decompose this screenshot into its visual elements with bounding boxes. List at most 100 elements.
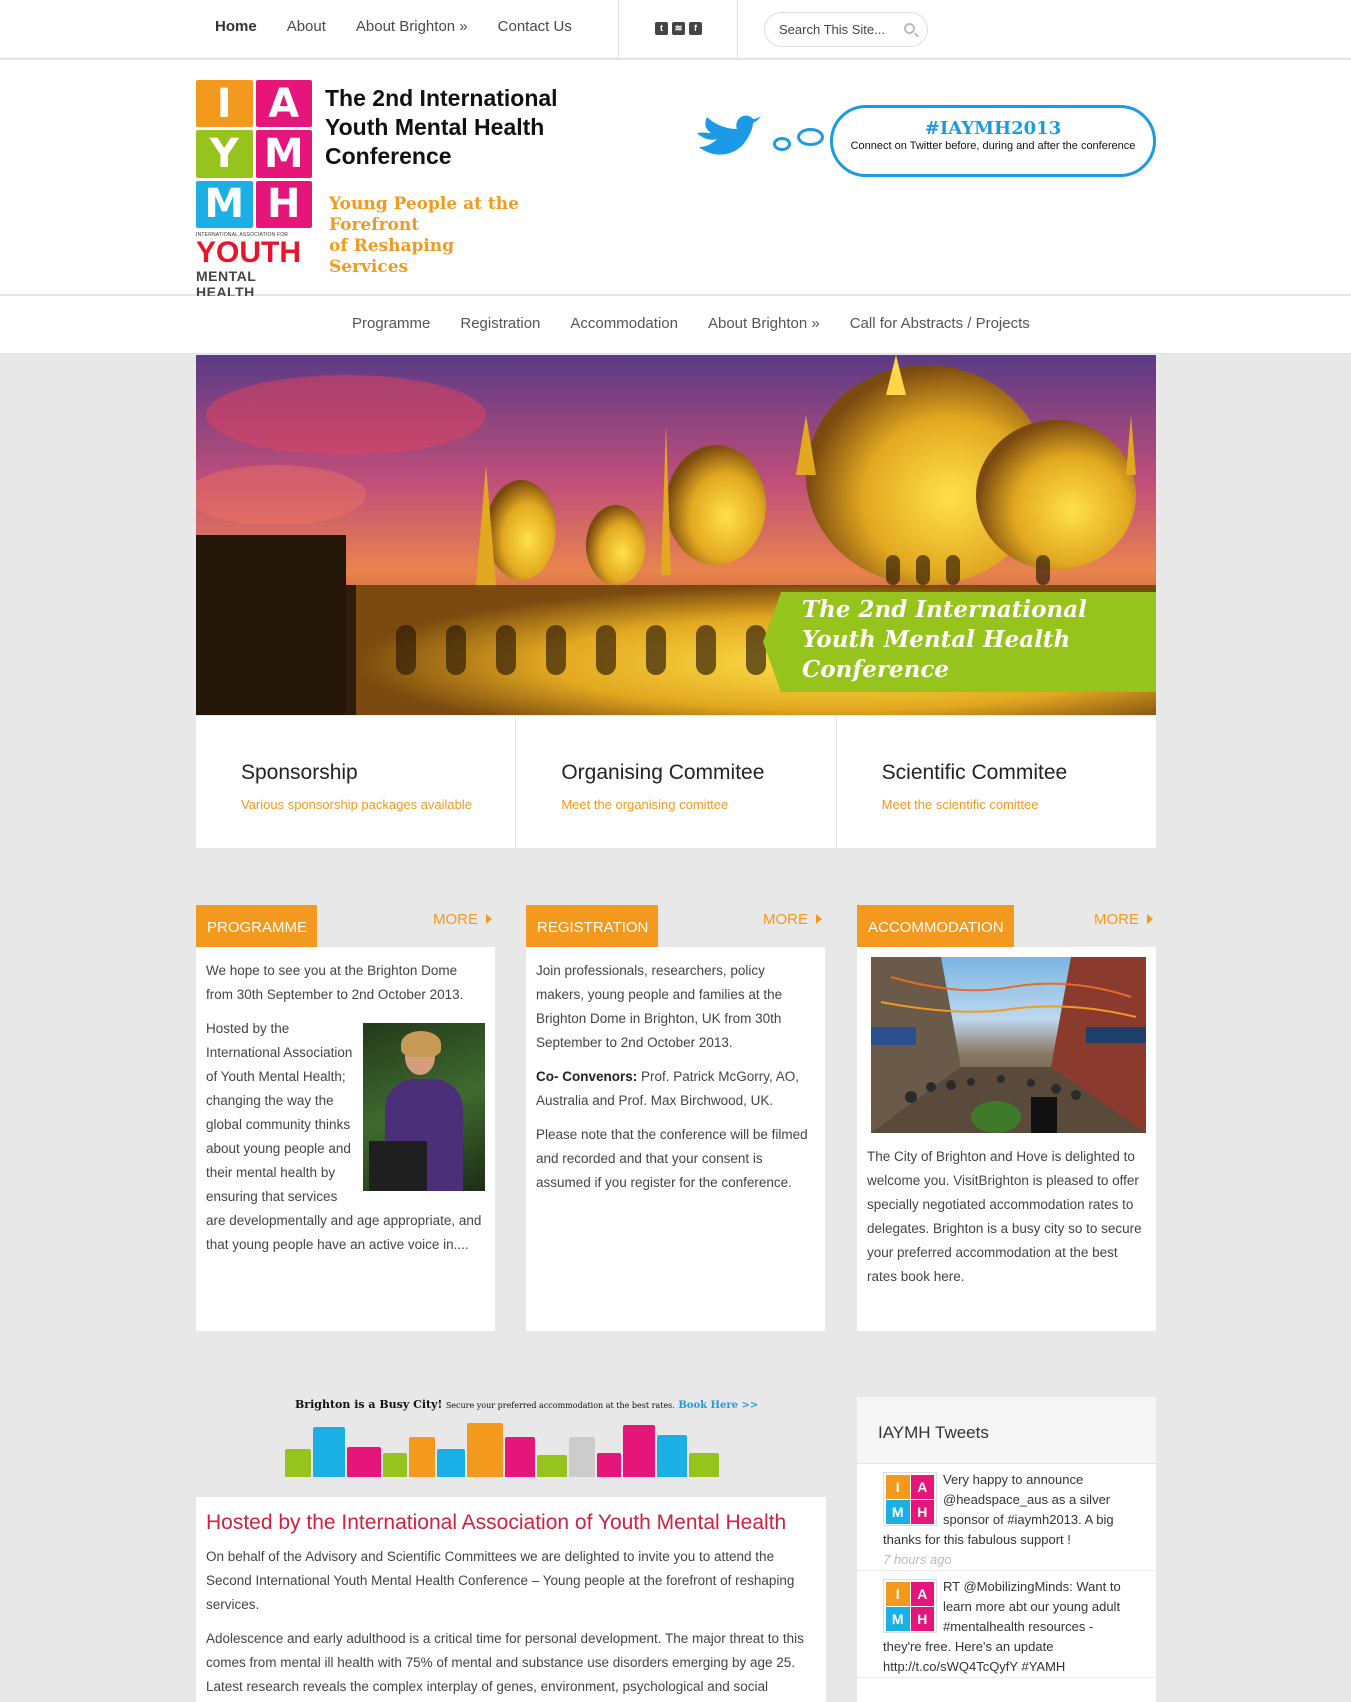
avatar-letter: A <box>910 1475 934 1499</box>
twitter-bird-icon[interactable] <box>693 115 763 165</box>
tweet-time: 7 hours ago <box>883 1552 952 1567</box>
tagline-line: Services <box>329 257 409 277</box>
avatar-letter: I <box>886 1582 910 1606</box>
hosted-section: Hosted by the International Association … <box>196 1497 826 1702</box>
registration-tab[interactable]: REGISTRATION <box>526 905 659 947</box>
main-nav-programme[interactable]: Programme <box>352 315 430 332</box>
hosted-paragraph: On behalf of the Advisory and Scientific… <box>206 1549 795 1612</box>
hero-slider[interactable]: The 2nd International Youth Mental Healt… <box>196 355 1156 715</box>
logo-letter: I <box>196 80 253 128</box>
feature-title[interactable]: Sponsorship <box>241 761 515 785</box>
logo-letter: Y <box>196 130 253 178</box>
convenors-label: Co- Convenors: <box>536 1069 638 1084</box>
tweet-avatar[interactable]: I A M H <box>883 1579 937 1633</box>
avatar-letter: H <box>910 1500 934 1524</box>
feature-boxes: Sponsorship Various sponsorship packages… <box>196 716 1156 848</box>
speaker-photo <box>363 1023 485 1191</box>
speaker-hair <box>401 1031 441 1057</box>
banner-book-link[interactable]: Book Here >> <box>678 1400 758 1411</box>
rss-icon[interactable]: ≋ <box>672 22 685 35</box>
tagline-line: Forefront <box>329 215 420 235</box>
top-nav: Home About About Brighton » Contact Us <box>215 18 602 35</box>
logo-youth-text: YOUTH <box>196 236 301 269</box>
tweets-widget: IAYMH Tweets I A M H Very happy to annou… <box>857 1397 1156 1702</box>
avatar-letter: M <box>886 1607 910 1631</box>
house-shape <box>537 1455 567 1477</box>
logo-letter: M <box>255 130 312 178</box>
programme-body: We hope to see you at the Brighton Dome … <box>196 947 495 1331</box>
feature-link[interactable]: Meet the organising comittee <box>561 797 835 812</box>
site-logo[interactable]: I A Y M M H INTERNATIONAL ASSOCIATION FO… <box>196 80 312 300</box>
tweet-item: I A M H Very happy to announce @headspac… <box>857 1464 1156 1571</box>
banner-text: Brighton is a Busy City! Secure your pre… <box>295 1398 758 1411</box>
house-shape <box>285 1449 311 1477</box>
street-scene <box>871 957 1146 1133</box>
house-shape <box>409 1437 435 1477</box>
main-nav-registration[interactable]: Registration <box>460 315 540 332</box>
divider <box>618 0 619 59</box>
accommodation-description: The City of Brighton and Hove is delight… <box>867 1149 1142 1284</box>
accommodation-tab[interactable]: ACCOMMODATION <box>857 905 1014 947</box>
hosted-title: Hosted by the International Association … <box>206 1511 787 1534</box>
house-shape <box>569 1437 595 1477</box>
registration-more-link[interactable]: MORE <box>763 911 822 928</box>
tweets-title: IAYMH Tweets <box>857 1397 1156 1464</box>
accommodation-body: The City of Brighton and Hove is delight… <box>857 947 1156 1331</box>
brighton-street-photo <box>871 957 1146 1133</box>
house-shape <box>313 1427 345 1477</box>
twitter-hashtag: #IAYMH2013 <box>924 118 1062 139</box>
twitter-cloud[interactable]: #IAYMH2013 Connect on Twitter before, du… <box>830 105 1156 177</box>
tagline-line: of Reshaping <box>329 236 455 256</box>
logo-letter: H <box>255 180 312 228</box>
registration-notice: Please note that the conference will be … <box>536 1127 808 1190</box>
main-nav-about-brighton[interactable]: About Brighton » <box>708 315 820 332</box>
feature-title[interactable]: Organising Commitee <box>561 761 835 785</box>
top-nav-contact-us[interactable]: Contact Us <box>498 18 572 35</box>
hero-caption-line: Youth Mental Health <box>802 626 1071 653</box>
main-nav-call-for-abstracts[interactable]: Call for Abstracts / Projects <box>850 315 1030 332</box>
registration-body: Join professionals, researchers, policy … <box>526 947 825 1331</box>
house-shape <box>437 1449 465 1477</box>
tweet-avatar[interactable]: I A M H <box>883 1472 937 1526</box>
thought-bubble-small <box>773 137 791 151</box>
hosted-paragraph: Adolescence and early adulthood is a cri… <box>206 1631 804 1694</box>
social-icons: t ≋ f <box>655 22 702 35</box>
registration-intro: Join professionals, researchers, policy … <box>536 963 783 1050</box>
programme-more-link[interactable]: MORE <box>433 911 492 928</box>
main-nav-accommodation[interactable]: Accommodation <box>570 315 678 332</box>
house-shape <box>623 1425 655 1477</box>
feature-link[interactable]: Various sponsorship packages available <box>241 797 515 812</box>
avatar-letter: H <box>910 1607 934 1631</box>
feature-organising-committee: Organising Commitee Meet the organising … <box>516 716 837 848</box>
site-title: The 2nd International Youth Mental Healt… <box>325 85 558 169</box>
top-nav-about[interactable]: About <box>287 18 326 35</box>
tagline-line: Young People at the <box>329 194 519 214</box>
search-input[interactable] <box>779 22 889 37</box>
accommodation-more-link[interactable]: MORE <box>1094 911 1153 928</box>
feature-title[interactable]: Scientific Commitee <box>882 761 1156 785</box>
logo-letter-grid: I A Y M M H <box>196 80 312 228</box>
house-shape <box>383 1453 407 1477</box>
twitter-callout: Connect on Twitter before, during and af… <box>850 140 1136 152</box>
avatar-letter: M <box>886 1500 910 1524</box>
hero-caption-line: The 2nd International <box>802 596 1087 623</box>
twitter-icon[interactable]: t <box>655 22 668 35</box>
hero-caption: The 2nd International Youth Mental Healt… <box>802 595 1087 685</box>
top-nav-about-brighton[interactable]: About Brighton » <box>356 18 468 35</box>
facebook-icon[interactable]: f <box>689 22 702 35</box>
feature-link[interactable]: Meet the scientific comittee <box>882 797 1156 812</box>
book-accommodation-banner[interactable]: Brighton is a Busy City! Secure your pre… <box>285 1398 758 1477</box>
lectern <box>369 1141 427 1191</box>
programme-tab[interactable]: PROGRAMME <box>196 905 318 947</box>
house-shape <box>657 1435 687 1477</box>
feature-scientific-committee: Scientific Commitee Meet the scientific … <box>837 716 1156 848</box>
programme-intro: We hope to see you at the Brighton Dome … <box>206 963 464 1002</box>
house-shape <box>505 1437 535 1477</box>
house-shape <box>347 1447 381 1477</box>
logo-letter: A <box>255 80 312 128</box>
search-box <box>764 12 928 47</box>
top-nav-home[interactable]: Home <box>215 18 257 35</box>
registration-convenors: Co- Convenors: Prof. Patrick McGorry, AO… <box>536 1065 815 1113</box>
search-icon[interactable] <box>904 23 915 34</box>
logo-letter: M <box>196 180 253 228</box>
